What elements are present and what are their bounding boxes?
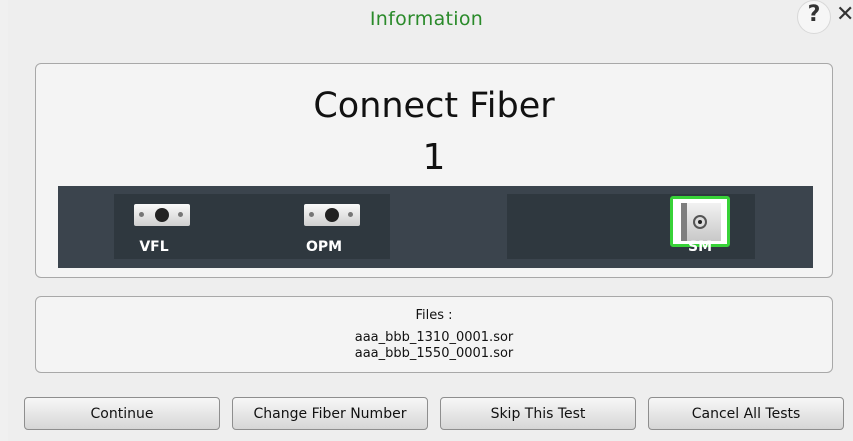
continue-button[interactable]: Continue [24, 397, 220, 430]
help-button[interactable]: ? [797, 0, 831, 34]
files-panel: Files : aaa_bbb_1310_0001.sor aaa_bbb_15… [35, 296, 833, 373]
file-item: aaa_bbb_1310_0001.sor [354, 330, 514, 345]
connect-fiber-heading: Connect Fiber [313, 86, 555, 126]
help-icon: ? [807, 1, 821, 27]
file-item: aaa_bbb_1550_0001.sor [354, 346, 514, 361]
dialog-title: Information [369, 8, 484, 30]
close-button[interactable]: ✕ [836, 0, 853, 34]
cancel-all-tests-button[interactable]: Cancel All Tests [648, 397, 844, 430]
port-sm[interactable]: SM [58, 194, 813, 259]
connect-fiber-panel: Connect Fiber 1 VFL OPM SM [35, 63, 833, 278]
close-icon: ✕ [836, 2, 853, 27]
port-label-sm: SM [687, 239, 712, 255]
skip-this-test-button[interactable]: Skip This Test [440, 397, 636, 430]
change-fiber-number-button[interactable]: Change Fiber Number [232, 397, 428, 430]
fiber-number: 1 [422, 137, 446, 178]
files-label: Files : [415, 308, 453, 323]
port-bar: VFL OPM SM [58, 186, 813, 268]
